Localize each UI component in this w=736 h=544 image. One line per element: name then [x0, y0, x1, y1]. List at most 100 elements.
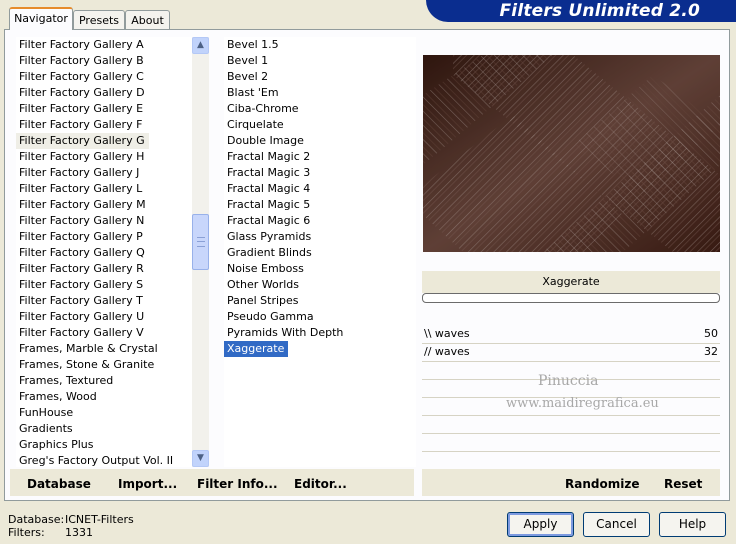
filter-item-label: Fractal Magic 6	[227, 214, 311, 227]
category-item-label: Filter Factory Gallery C	[19, 70, 144, 83]
category-item[interactable]: Filter Factory Gallery J	[16, 165, 192, 181]
category-item-label: Filter Factory Gallery G	[16, 133, 149, 149]
category-item-label: Filter Factory Gallery B	[19, 54, 144, 67]
watermark-line-1: Pinuccia	[538, 373, 599, 389]
filter-item-label: Fractal Magic 3	[227, 166, 311, 179]
filter-item[interactable]: Other Worlds	[224, 277, 416, 293]
category-item[interactable]: Filter Factory Gallery L	[16, 181, 192, 197]
cancel-button[interactable]: Cancel	[583, 512, 650, 537]
filter-item[interactable]: Fractal Magic 3	[224, 165, 416, 181]
category-item-label: Greg's Factory Output Vol. II	[19, 454, 174, 467]
filter-item[interactable]: Pseudo Gamma	[224, 309, 416, 325]
category-item[interactable]: Filter Factory Gallery B	[16, 53, 192, 69]
preview-filter-name: Xaggerate	[542, 275, 600, 288]
filter-item[interactable]: Fractal Magic 4	[224, 181, 416, 197]
filter-info-button[interactable]: Filter Info...	[197, 477, 278, 491]
category-list[interactable]: Filter Factory Gallery A Filter Factory G…	[16, 37, 192, 467]
category-item-label: Filter Factory Gallery J	[19, 166, 140, 179]
filter-item[interactable]: Fractal Magic 5	[224, 197, 416, 213]
category-item[interactable]: Filter Factory Gallery G	[16, 133, 192, 149]
filter-item-label: Cirquelate	[227, 118, 284, 131]
category-item[interactable]: Filter Factory Gallery N	[16, 213, 192, 229]
filter-item[interactable]: Fractal Magic 2	[224, 149, 416, 165]
apply-button[interactable]: Apply	[507, 512, 574, 537]
filter-item[interactable]: Ciba-Chrome	[224, 101, 416, 117]
category-item[interactable]: Filter Factory Gallery D	[16, 85, 192, 101]
category-item-label: Filter Factory Gallery L	[19, 182, 143, 195]
tab-navigator[interactable]: Navigator	[9, 7, 73, 30]
status-database-value: ICNET-Filters	[65, 513, 134, 526]
help-button[interactable]: Help	[659, 512, 726, 537]
progress-bar	[422, 293, 720, 303]
param-name: // waves	[424, 345, 470, 358]
filter-list[interactable]: Bevel 1.5 Bevel 1 Bevel 2 Blast 'Em Ciba-Chr…	[224, 37, 416, 467]
filter-item-label: Bevel 2	[227, 70, 269, 83]
category-item-label: Gradients	[19, 422, 73, 435]
category-item-label: Filter Factory Gallery N	[19, 214, 145, 227]
category-item[interactable]: Filter Factory Gallery M	[16, 197, 192, 213]
tab-about[interactable]: About	[125, 10, 170, 29]
category-item-label: Filter Factory Gallery D	[19, 86, 145, 99]
database-button[interactable]: Database	[27, 477, 91, 491]
filter-item[interactable]: Fractal Magic 6	[224, 213, 416, 229]
category-item[interactable]: Frames, Stone & Granite	[16, 357, 192, 373]
category-item[interactable]: FunHouse	[16, 405, 192, 421]
randomize-button[interactable]: Randomize	[565, 477, 639, 491]
category-item-label: Frames, Wood	[19, 390, 97, 403]
filter-item[interactable]: Panel Stripes	[224, 293, 416, 309]
category-scrollbar[interactable]: ▲ ▼	[192, 37, 209, 467]
category-item-label: Filter Factory Gallery A	[19, 38, 144, 51]
category-item-label: Filter Factory Gallery V	[19, 326, 144, 339]
category-item[interactable]: Filter Factory Gallery C	[16, 69, 192, 85]
reset-button[interactable]: Reset	[664, 477, 702, 491]
param-row-empty	[422, 451, 720, 469]
category-item[interactable]: Filter Factory Gallery V	[16, 325, 192, 341]
category-item[interactable]: Frames, Textured	[16, 373, 192, 389]
category-item[interactable]: Filter Factory Gallery R	[16, 261, 192, 277]
category-item[interactable]: Filter Factory Gallery T	[16, 293, 192, 309]
param-row-slash-waves[interactable]: // waves 32	[422, 343, 720, 362]
category-item-label: Frames, Textured	[19, 374, 114, 387]
category-item[interactable]: Frames, Marble & Crystal	[16, 341, 192, 357]
grip-icon	[197, 237, 205, 247]
filter-item[interactable]: Noise Emboss	[224, 261, 416, 277]
category-item[interactable]: Frames, Wood	[16, 389, 192, 405]
filter-item-label: Fractal Magic 2	[227, 150, 311, 163]
filter-item[interactable]: Cirquelate	[224, 117, 416, 133]
scroll-up-button[interactable]: ▲	[192, 37, 209, 54]
category-item[interactable]: Gradients	[16, 421, 192, 437]
category-item-label: Filter Factory Gallery Q	[19, 246, 145, 259]
filter-item[interactable]: Pyramids With Depth	[224, 325, 416, 341]
filter-item[interactable]: Double Image	[224, 133, 416, 149]
filter-item[interactable]: Xaggerate	[224, 341, 416, 357]
filter-item[interactable]: Glass Pyramids	[224, 229, 416, 245]
filter-item[interactable]: Gradient Blinds	[224, 245, 416, 261]
category-item[interactable]: Filter Factory Gallery S	[16, 277, 192, 293]
category-item-label: Filter Factory Gallery T	[19, 294, 143, 307]
filter-item[interactable]: Bevel 2	[224, 69, 416, 85]
category-item[interactable]: Graphics Plus	[16, 437, 192, 453]
category-item-label: Filter Factory Gallery R	[19, 262, 144, 275]
scroll-thumb[interactable]	[192, 214, 209, 270]
category-item[interactable]: Filter Factory Gallery E	[16, 101, 192, 117]
filter-item[interactable]: Bevel 1.5	[224, 37, 416, 53]
category-item[interactable]: Filter Factory Gallery Q	[16, 245, 192, 261]
category-item[interactable]: Filter Factory Gallery U	[16, 309, 192, 325]
category-item[interactable]: Filter Factory Gallery A	[16, 37, 192, 53]
filter-item[interactable]: Blast 'Em	[224, 85, 416, 101]
editor-button[interactable]: Editor...	[294, 477, 347, 491]
category-item[interactable]: Greg's Factory Output Vol. II	[16, 453, 192, 467]
category-item-label: Filter Factory Gallery F	[19, 118, 143, 131]
filter-item[interactable]: Bevel 1	[224, 53, 416, 69]
tab-presets[interactable]: Presets	[73, 10, 125, 29]
chevron-up-icon: ▲	[197, 40, 204, 50]
category-item[interactable]: Filter Factory Gallery P	[16, 229, 192, 245]
scroll-down-button[interactable]: ▼	[192, 450, 209, 467]
category-item[interactable]: Filter Factory Gallery F	[16, 117, 192, 133]
category-item[interactable]: Filter Factory Gallery H	[16, 149, 192, 165]
param-row-backslash-waves[interactable]: \\ waves 50	[422, 325, 720, 344]
param-value: 32	[704, 345, 718, 358]
filter-item-label: Pyramids With Depth	[227, 326, 344, 339]
import-button[interactable]: Import...	[118, 477, 177, 491]
filter-preview-image	[423, 55, 720, 252]
